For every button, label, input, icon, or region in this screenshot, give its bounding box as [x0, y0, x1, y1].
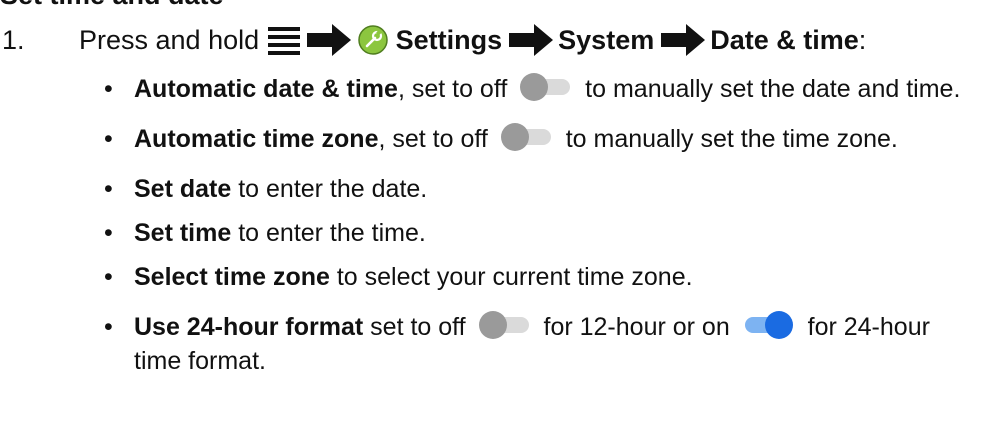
- settings-wrench-icon: [357, 25, 388, 55]
- bullet-marker: •: [104, 175, 113, 203]
- option-text: to manually set the time zone.: [558, 125, 898, 153]
- option-text: set to off: [363, 313, 466, 341]
- bullet-marker: •: [104, 75, 113, 103]
- toggle-off-icon: [478, 310, 531, 340]
- arrow-right-icon: [306, 24, 351, 56]
- option-term: Set date: [134, 175, 232, 203]
- list-item: • Select time zone to select your curren…: [102, 260, 972, 294]
- list-item: • Use 24-hour format set to off for 12-h…: [102, 310, 972, 378]
- arrow-right-icon: [509, 24, 554, 56]
- list-item: • Set time to enter the time.: [102, 216, 972, 250]
- step-suffix: :: [858, 24, 867, 55]
- path-system: System: [558, 24, 655, 55]
- list-item: • Automatic time zone, set to off to man…: [102, 122, 972, 156]
- path-date-time: Date & time: [710, 24, 859, 55]
- option-list: • Automatic date & time, set to off to m…: [102, 72, 972, 394]
- option-term: Set time: [134, 219, 232, 247]
- path-settings: Settings: [395, 24, 503, 55]
- toggle-on-icon: [743, 310, 795, 340]
- step-number: 1.: [2, 24, 25, 55]
- option-text: to manually set the date and time.: [578, 75, 961, 103]
- bullet-marker: •: [104, 263, 113, 291]
- option-text: , set to off: [397, 75, 508, 103]
- option-text: to enter the time.: [231, 219, 426, 247]
- menu-icon: [267, 27, 300, 55]
- option-text: to select your current time zone.: [329, 263, 693, 291]
- list-item: • Set date to enter the date.: [102, 172, 972, 206]
- section-heading: Set time and date: [0, 0, 224, 11]
- toggle-off-icon: [500, 122, 553, 152]
- list-item: • Automatic date & time, set to off to m…: [102, 72, 972, 106]
- option-text: to enter the date.: [231, 175, 428, 203]
- step-intro: Press and hold: [79, 24, 260, 55]
- option-text: , set to off: [378, 125, 488, 153]
- option-term: Select time zone: [134, 263, 330, 291]
- option-term: Automatic time zone: [134, 125, 379, 153]
- bullet-marker: •: [104, 219, 113, 247]
- arrow-right-icon: [661, 24, 706, 56]
- option-term: Automatic date & time: [134, 75, 398, 103]
- bullet-marker: •: [104, 125, 113, 153]
- step-1: 1. Press and hold Settings System Date &…: [0, 20, 866, 60]
- option-term: Use 24-hour format: [134, 313, 364, 341]
- toggle-off-icon: [520, 72, 572, 102]
- option-text: for 12-hour or on: [536, 313, 730, 341]
- bullet-marker: •: [104, 313, 113, 341]
